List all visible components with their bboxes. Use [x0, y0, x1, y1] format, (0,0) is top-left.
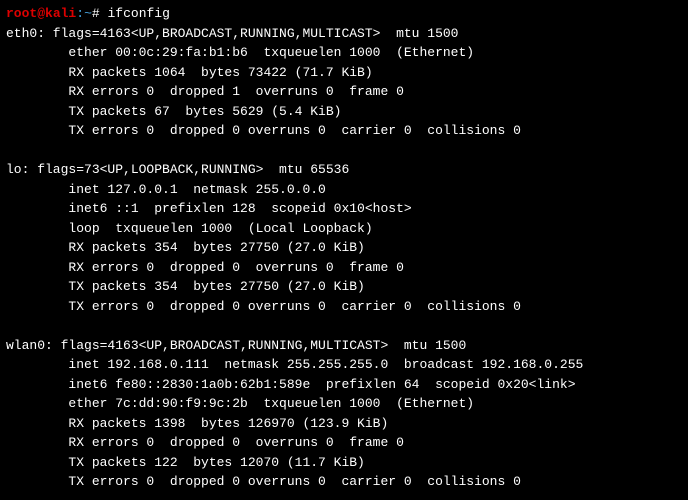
- lo-loop: loop txqueuelen 1000 (Local Loopback): [6, 219, 682, 239]
- prompt-host: kali: [45, 6, 76, 21]
- wlan0-inet6: inet6 fe80::2830:1a0b:62b1:589e prefixle…: [6, 375, 682, 395]
- prompt-path: ~: [84, 6, 92, 21]
- wlan0-tx-errors: TX errors 0 dropped 0 overruns 0 carrier…: [6, 472, 682, 492]
- eth0-tx-packets: TX packets 67 bytes 5629 (5.4 KiB): [6, 102, 682, 122]
- blank-line: [6, 316, 682, 336]
- wlan0-rx-packets: RX packets 1398 bytes 126970 (123.9 KiB): [6, 414, 682, 434]
- prompt-hash: #: [92, 6, 100, 21]
- lo-rx-errors: RX errors 0 dropped 0 overruns 0 frame 0: [6, 258, 682, 278]
- wlan0-rx-errors: RX errors 0 dropped 0 overruns 0 frame 0: [6, 433, 682, 453]
- lo-inet6: inet6 ::1 prefixlen 128 scopeid 0x10<hos…: [6, 199, 682, 219]
- eth0-header: eth0: flags=4163<UP,BROADCAST,RUNNING,MU…: [6, 24, 682, 44]
- prompt-sep: :: [76, 6, 84, 21]
- lo-header: lo: flags=73<UP,LOOPBACK,RUNNING> mtu 65…: [6, 160, 682, 180]
- eth0-rx-packets: RX packets 1064 bytes 73422 (71.7 KiB): [6, 63, 682, 83]
- prompt-at: @: [37, 6, 45, 21]
- wlan0-ether: ether 7c:dd:90:f9:9c:2b txqueuelen 1000 …: [6, 394, 682, 414]
- prompt-line: root@kali:~# ifconfig: [6, 4, 682, 24]
- blank-line: [6, 141, 682, 161]
- lo-tx-packets: TX packets 354 bytes 27750 (27.0 KiB): [6, 277, 682, 297]
- eth0-ether: ether 00:0c:29:fa:b1:b6 txqueuelen 1000 …: [6, 43, 682, 63]
- wlan0-tx-packets: TX packets 122 bytes 12070 (11.7 KiB): [6, 453, 682, 473]
- eth0-tx-errors: TX errors 0 dropped 0 overruns 0 carrier…: [6, 121, 682, 141]
- prompt-user: root: [6, 6, 37, 21]
- lo-tx-errors: TX errors 0 dropped 0 overruns 0 carrier…: [6, 297, 682, 317]
- command-text: ifconfig: [108, 6, 170, 21]
- wlan0-header: wlan0: flags=4163<UP,BROADCAST,RUNNING,M…: [6, 336, 682, 356]
- eth0-rx-errors: RX errors 0 dropped 1 overruns 0 frame 0: [6, 82, 682, 102]
- lo-rx-packets: RX packets 354 bytes 27750 (27.0 KiB): [6, 238, 682, 258]
- lo-inet: inet 127.0.0.1 netmask 255.0.0.0: [6, 180, 682, 200]
- wlan0-inet: inet 192.168.0.111 netmask 255.255.255.0…: [6, 355, 682, 375]
